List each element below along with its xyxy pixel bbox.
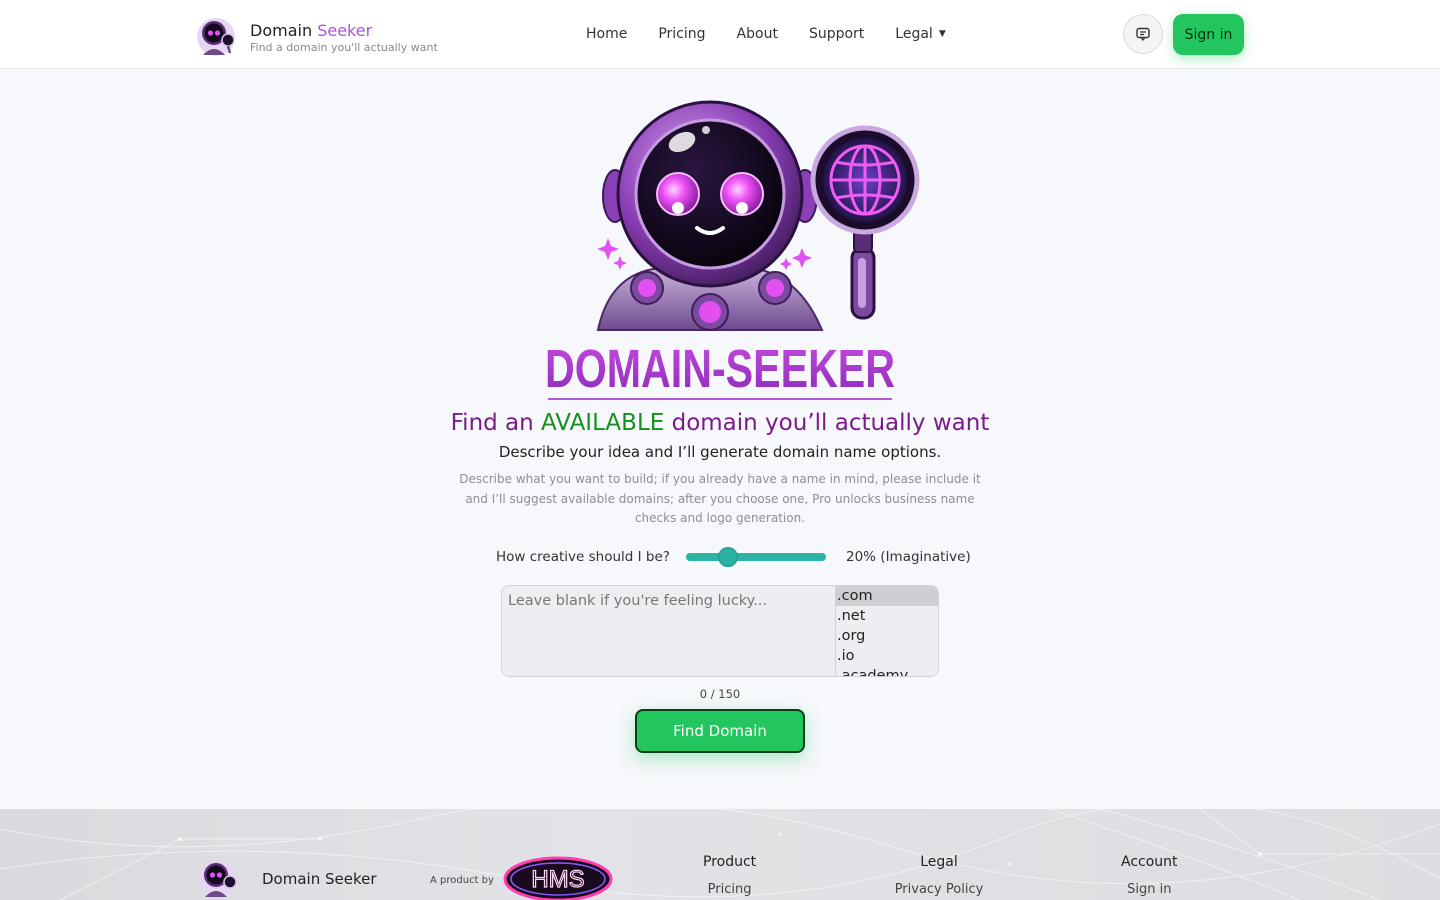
robot-logo-icon [199,860,237,898]
site-footer: Domain Seeker A product by HMS Product P… [0,809,1440,900]
footer-col-product: Product Pricing [703,854,756,897]
hero-description: Describe what you want to build; if you … [459,472,981,525]
idea-input[interactable] [502,586,835,676]
main-nav: Home Pricing About Support Legal ▼ [586,24,977,46]
domain-search-box: .com .net .org .io .academy [501,585,939,677]
brand-name: Domain Seeker [250,20,373,40]
message-square-icon [1136,27,1150,41]
tld-option-io[interactable]: .io [836,646,938,666]
tld-select[interactable]: .com .net .org .io .academy [835,586,938,676]
brand-link[interactable]: Domain Seeker Find a domain you'll actua… [196,15,438,59]
nav-support[interactable]: Support [809,24,864,46]
robot-mascot-illustration [596,100,920,331]
footer-col-legal: Legal Privacy Policy [894,854,984,897]
caret-down-icon: ▼ [938,29,946,39]
hms-logo-text: HMS [531,866,584,893]
hms-logo[interactable]: HMS [502,853,614,900]
creativity-slider-thumb[interactable] [718,547,738,567]
tld-option-net[interactable]: .net [836,606,938,626]
tld-option-org[interactable]: .org [836,626,938,646]
brand-tagline: Find a domain you'll actually want [250,40,438,54]
top-header: Domain Seeker Find a domain you'll actua… [0,0,1440,69]
wordmark-text: DOMAIN-SEEKER [545,339,895,399]
nav-legal-label: Legal [895,26,933,42]
footer-brand[interactable]: Domain Seeker [198,857,377,900]
tld-option-com[interactable]: .com [836,586,938,606]
hero-subhead: Describe your idea and I’ll generate dom… [498,443,942,461]
product-by-label: A product by [430,875,494,886]
feedback-button[interactable] [1123,14,1163,54]
hero-headline: Find an AVAILABLE domain you’ll actually… [450,410,990,436]
footer-brand-name: Domain Seeker [262,870,377,888]
character-counter: 0 / 150 [699,687,741,701]
footer-col-title: Account [1121,854,1178,870]
creativity-control: How creative should I be? 20% (Imaginati… [0,547,1440,569]
footer-link-signin[interactable]: Sign in [1121,882,1178,897]
find-domain-button[interactable]: Find Domain [635,709,805,753]
footer-col-title: Product [703,854,757,870]
nav-home[interactable]: Home [586,24,627,46]
footer-link-privacy[interactable]: Privacy Policy [894,882,984,897]
nav-pricing[interactable]: Pricing [658,24,705,46]
footer-col-account: Account Sign in [1121,854,1178,897]
domain-seeker-wordmark: DOMAIN-SEEKER [545,339,895,400]
footer-link-pricing[interactable]: Pricing [703,882,756,897]
footer-col-title: Legal [920,854,958,870]
nav-legal-dropdown[interactable]: Legal ▼ [895,24,945,46]
creativity-label: How creative should I be? [496,549,670,565]
nav-about[interactable]: About [737,24,778,46]
creativity-slider[interactable] [686,553,826,561]
tld-option-academy[interactable]: .academy [836,666,938,676]
creativity-value: 20% (Imaginative) [846,549,971,565]
robot-logo-icon [197,18,235,56]
signin-button[interactable]: Sign in [1173,14,1244,55]
